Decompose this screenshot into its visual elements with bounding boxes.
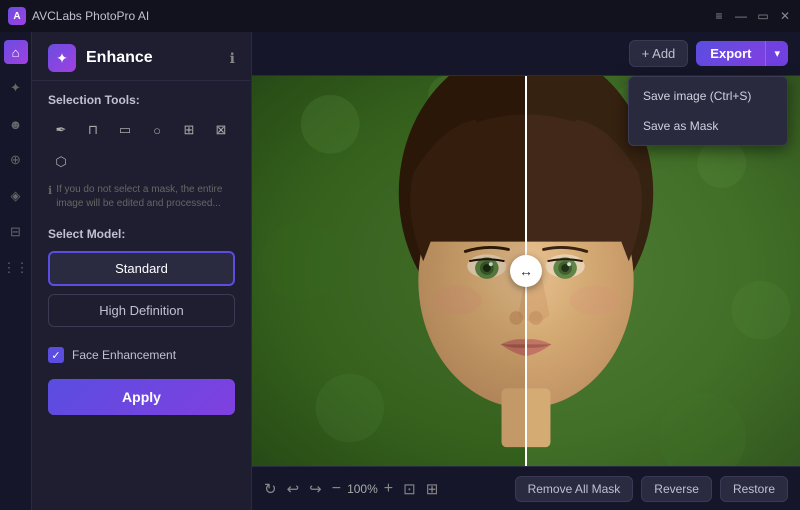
apply-button[interactable]: Apply: [48, 379, 235, 415]
titlebar-controls[interactable]: ≡ — ▭ ✕: [712, 9, 792, 23]
enhance2-icon[interactable]: ◈: [4, 184, 28, 208]
save-mask-label: Save as Mask: [643, 119, 718, 133]
pen-tool-btn[interactable]: ✒: [48, 117, 74, 143]
ellipse-tool-btn[interactable]: ○: [144, 117, 170, 143]
export-chevron-btn[interactable]: ▾: [765, 41, 788, 66]
main-layout: ⌂ ✦ ☻ ⊕ ◈ ⊟ ⋮⋮ ✦ Enhance ℹ Selection Too…: [0, 32, 800, 510]
bottom-toolbar: ↻ ↩ ↪ − 100% + ⊡ ⊞ Remove All Mask Rever…: [252, 466, 800, 510]
save-image-item[interactable]: Save image (Ctrl+S): [629, 81, 787, 111]
redo-icon[interactable]: ↪: [309, 480, 322, 498]
bottom-right: Remove All Mask Reverse Restore: [515, 476, 788, 502]
fit-icon[interactable]: ⊞: [426, 480, 439, 498]
face-enhancement-row[interactable]: ✓ Face Enhancement: [48, 347, 235, 363]
undo-icon[interactable]: ↩: [287, 480, 300, 498]
restore-btn[interactable]: Restore: [720, 476, 788, 502]
layers-icon[interactable]: ⊟: [4, 220, 28, 244]
sidebar-title: Enhance: [86, 49, 153, 67]
zoom-control: − 100% +: [332, 480, 393, 498]
hint-icon: ℹ: [48, 184, 52, 197]
hint-text: If you do not select a mask, the entire …: [56, 183, 235, 211]
save-mask-item[interactable]: Save as Mask: [629, 111, 787, 141]
rect-tool-btn[interactable]: ▭: [112, 117, 138, 143]
info-icon[interactable]: ℹ: [230, 50, 235, 67]
sidebar: ✦ Enhance ℹ Selection Tools: ✒ ⊓ ▭ ○ ⊞ ⊠…: [32, 32, 252, 510]
reverse-btn[interactable]: Reverse: [641, 476, 712, 502]
image-tool-btn[interactable]: ⊞: [176, 117, 202, 143]
face-enhancement-checkbox[interactable]: ✓: [48, 347, 64, 363]
magic-icon[interactable]: ✦: [4, 76, 28, 100]
minimize-btn[interactable]: —: [734, 9, 748, 23]
close-btn[interactable]: ✕: [778, 9, 792, 23]
crop-icon[interactable]: ⊡: [403, 480, 416, 498]
app-name: AVCLabs PhotoPro AI: [32, 9, 149, 23]
sidebar-header-left: ✦ Enhance: [48, 44, 153, 72]
lasso-tool-btn[interactable]: ⊓: [80, 117, 106, 143]
tools-row: ✒ ⊓ ▭ ○ ⊞ ⊠ ⬡: [48, 117, 235, 175]
content-area: + Add Export ▾ Save image (Ctrl+S) Save …: [252, 32, 800, 510]
maximize-btn[interactable]: ▭: [756, 9, 770, 23]
bottom-left: ↻ ↩ ↪ − 100% + ⊡ ⊞: [264, 480, 438, 498]
enhance-icon: ✦: [48, 44, 76, 72]
zoom-level: 100%: [347, 482, 378, 496]
face-enhancement-label: Face Enhancement: [72, 348, 176, 362]
titlebar: A AVCLabs PhotoPro AI ≡ — ▭ ✕: [0, 0, 800, 32]
export-dropdown: Save image (Ctrl+S) Save as Mask: [628, 76, 788, 146]
auto-tool-btn[interactable]: ⬡: [48, 149, 74, 175]
select-model-label: Select Model:: [48, 227, 235, 241]
sliders-icon[interactable]: ⋮⋮: [4, 256, 28, 280]
standard-model-btn[interactable]: Standard: [48, 251, 235, 286]
menu-btn[interactable]: ≡: [712, 9, 726, 23]
export-btn-wrap: Export ▾: [696, 41, 788, 66]
divider-handle[interactable]: ↔: [510, 255, 542, 287]
titlebar-left: A AVCLabs PhotoPro AI: [8, 7, 149, 25]
tools-hint: ℹ If you do not select a mask, the entir…: [48, 183, 235, 211]
refine-tool-btn[interactable]: ⊠: [208, 117, 234, 143]
add-button[interactable]: + Add: [629, 40, 689, 67]
home-icon[interactable]: ⌂: [4, 40, 28, 64]
save-image-label: Save image (Ctrl+S): [643, 89, 751, 103]
zoom-out-btn[interactable]: −: [332, 480, 341, 498]
sidebar-header: ✦ Enhance ℹ: [32, 32, 251, 81]
app-icon: A: [8, 7, 26, 25]
export-button[interactable]: Export: [696, 41, 765, 66]
puzzle-icon[interactable]: ⊕: [4, 148, 28, 172]
topbar: + Add Export ▾: [252, 32, 800, 76]
face-icon[interactable]: ☻: [4, 112, 28, 136]
refresh-icon[interactable]: ↻: [264, 480, 277, 498]
left-iconbar: ⌂ ✦ ☻ ⊕ ◈ ⊟ ⋮⋮: [0, 32, 32, 510]
hd-model-btn[interactable]: High Definition: [48, 294, 235, 327]
remove-mask-btn[interactable]: Remove All Mask: [515, 476, 634, 502]
selection-tools-label: Selection Tools:: [48, 93, 235, 107]
sidebar-content: Selection Tools: ✒ ⊓ ▭ ○ ⊞ ⊠ ⬡ ℹ If you …: [32, 81, 251, 510]
zoom-in-btn[interactable]: +: [384, 480, 393, 498]
model-section: Select Model: Standard High Definition: [48, 227, 235, 335]
